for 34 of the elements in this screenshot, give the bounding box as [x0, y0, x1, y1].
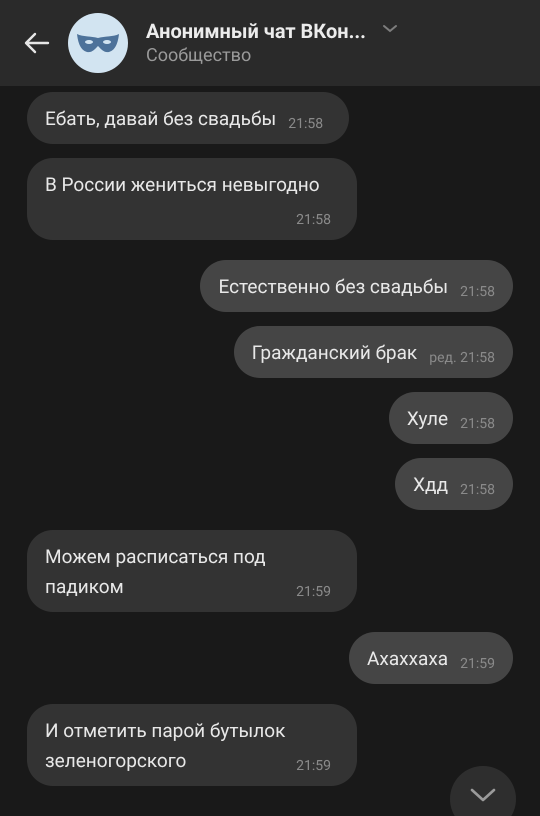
chevron-down-icon — [470, 788, 496, 802]
scroll-down-button[interactable] — [450, 766, 516, 816]
message-text: Гражданский брак — [252, 341, 418, 364]
message-text: И отметить парой бутылок зеленогорского — [45, 719, 286, 772]
chat-subtitle: Сообщество — [146, 44, 252, 68]
message-bubble[interactable]: И отметить парой бутылок зеленогорского 21:59 — [27, 704, 357, 786]
message-bubble[interactable]: Хдд 21:58 — [395, 458, 513, 510]
message-text: Ахаххаха — [367, 647, 448, 670]
message-bubble[interactable]: Ахаххаха 21:59 — [349, 632, 513, 684]
mask-icon — [76, 32, 120, 54]
message-time: 21:58 — [288, 115, 324, 134]
message-text: Можем расписаться под падиком — [45, 545, 266, 598]
message-text: Хдд — [413, 473, 448, 496]
message-time: 21:58 — [296, 211, 331, 230]
message-bubble[interactable]: Хуле 21:58 — [388, 392, 513, 444]
message-text: Ебать, давай без свадьбы — [45, 107, 276, 130]
message-time: 21:59 — [296, 583, 331, 602]
message-time: ред. 21:58 — [429, 349, 495, 368]
message-bubble[interactable]: Можем расписаться под падиком 21:59 — [27, 530, 357, 612]
message-time: 21:59 — [296, 757, 331, 776]
message-bubble[interactable]: Ебать, давай без свадьбы 21:58 — [27, 92, 350, 144]
message-text: Естественно без свадьбы — [218, 275, 448, 298]
message-text: Хуле — [406, 407, 448, 430]
message-text: В России жениться невыгодно — [45, 173, 320, 196]
message-time: 21:58 — [460, 481, 495, 500]
back-arrow-icon — [24, 31, 50, 55]
message-bubble[interactable]: Гражданский брак ред. 21:58 — [234, 326, 513, 378]
message-time: 21:59 — [460, 655, 495, 674]
chevron-down-icon[interactable] — [382, 24, 398, 34]
message-bubble[interactable]: Естественно без свадьбы 21:58 — [200, 260, 513, 312]
chat-title: Анонимный чат ВКон... — [146, 18, 366, 44]
message-bubble[interactable]: В России жениться невыгодно 21:58 — [27, 158, 357, 240]
message-time: 21:58 — [460, 415, 495, 434]
message-time: 21:58 — [460, 283, 495, 302]
